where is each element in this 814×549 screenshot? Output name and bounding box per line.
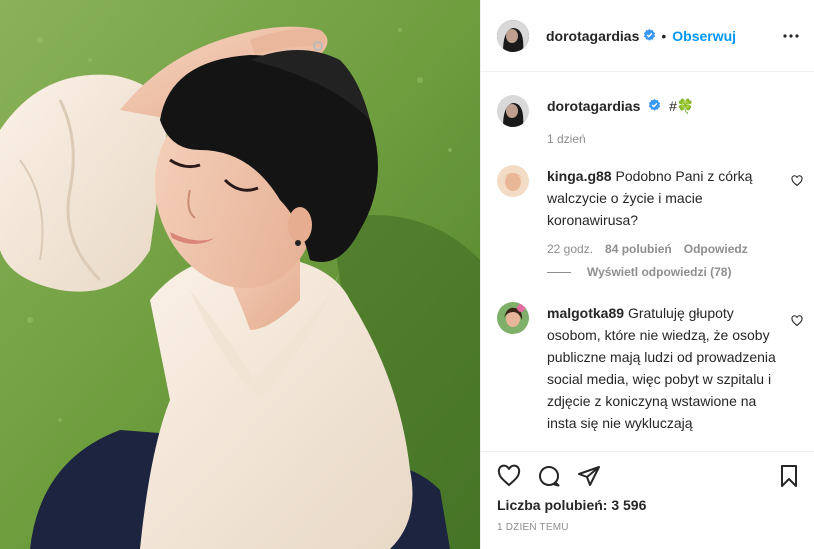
heart-icon[interactable] [497,464,521,488]
portrait-image [0,0,480,549]
follow-button[interactable]: Obserwuj [672,28,736,44]
caption-avatar[interactable] [497,95,529,127]
author-username[interactable]: dorotagardias [546,28,639,44]
commenter-avatar[interactable] [497,302,529,334]
comment-likes[interactable]: 84 polubień [605,241,672,257]
comment-text: Gratuluję głupoty osobom, które nie wied… [547,305,776,431]
comment-like-heart-icon[interactable] [791,315,803,327]
caption-username[interactable]: dorotagardias [547,98,640,114]
likes-count[interactable]: Liczba polubień: 3 596 [497,497,646,513]
comment-username[interactable]: malgotka89 [547,305,624,321]
comment-row: malgotka89 Gratuluję głupoty osobom, któ… [497,302,779,434]
author-avatar[interactable] [497,19,529,52]
instagram-post: dorotagardias • Obserwuj dorotagardias #… [0,0,814,549]
comment-like-heart-icon[interactable] [791,175,803,187]
view-replies-label: Wyświetl odpowiedzi (78) [587,265,732,279]
replies-divider-line [547,271,571,273]
comment-icon[interactable] [537,464,561,488]
post-side-panel: dorotagardias • Obserwuj dorotagardias #… [480,0,814,549]
comments-list[interactable]: dorotagardias #🍀 1 dzień kinga.g88 Podob… [481,73,814,451]
bookmark-icon[interactable] [777,464,801,488]
verified-badge-icon [649,99,661,111]
caption-time[interactable]: 1 dzień [547,131,586,147]
comment-username[interactable]: kinga.g88 [547,168,612,184]
view-replies-button[interactable]: Wyświetl odpowiedzi (78) [547,265,731,279]
post-photo[interactable] [0,0,480,549]
separator-dot: • [661,27,667,44]
commenter-avatar[interactable] [497,165,529,197]
reply-button[interactable]: Odpowiedz [684,241,748,257]
caption-row: dorotagardias #🍀 1 dzień [497,95,779,147]
comment-time[interactable]: 22 godz. [547,241,593,257]
caption-text: #🍀 [669,98,695,114]
post-header: dorotagardias • Obserwuj [481,0,814,72]
post-date[interactable]: 1 DZIEŃ TEMU [497,522,569,533]
verified-badge-icon [644,29,656,41]
paper-plane-icon[interactable] [577,464,601,488]
more-options-icon[interactable] [783,28,799,44]
post-actions: Liczba polubień: 3 596 1 DZIEŃ TEMU [481,451,814,549]
comment-row: kinga.g88 Podobno Pani z córką walczycie… [497,165,779,257]
